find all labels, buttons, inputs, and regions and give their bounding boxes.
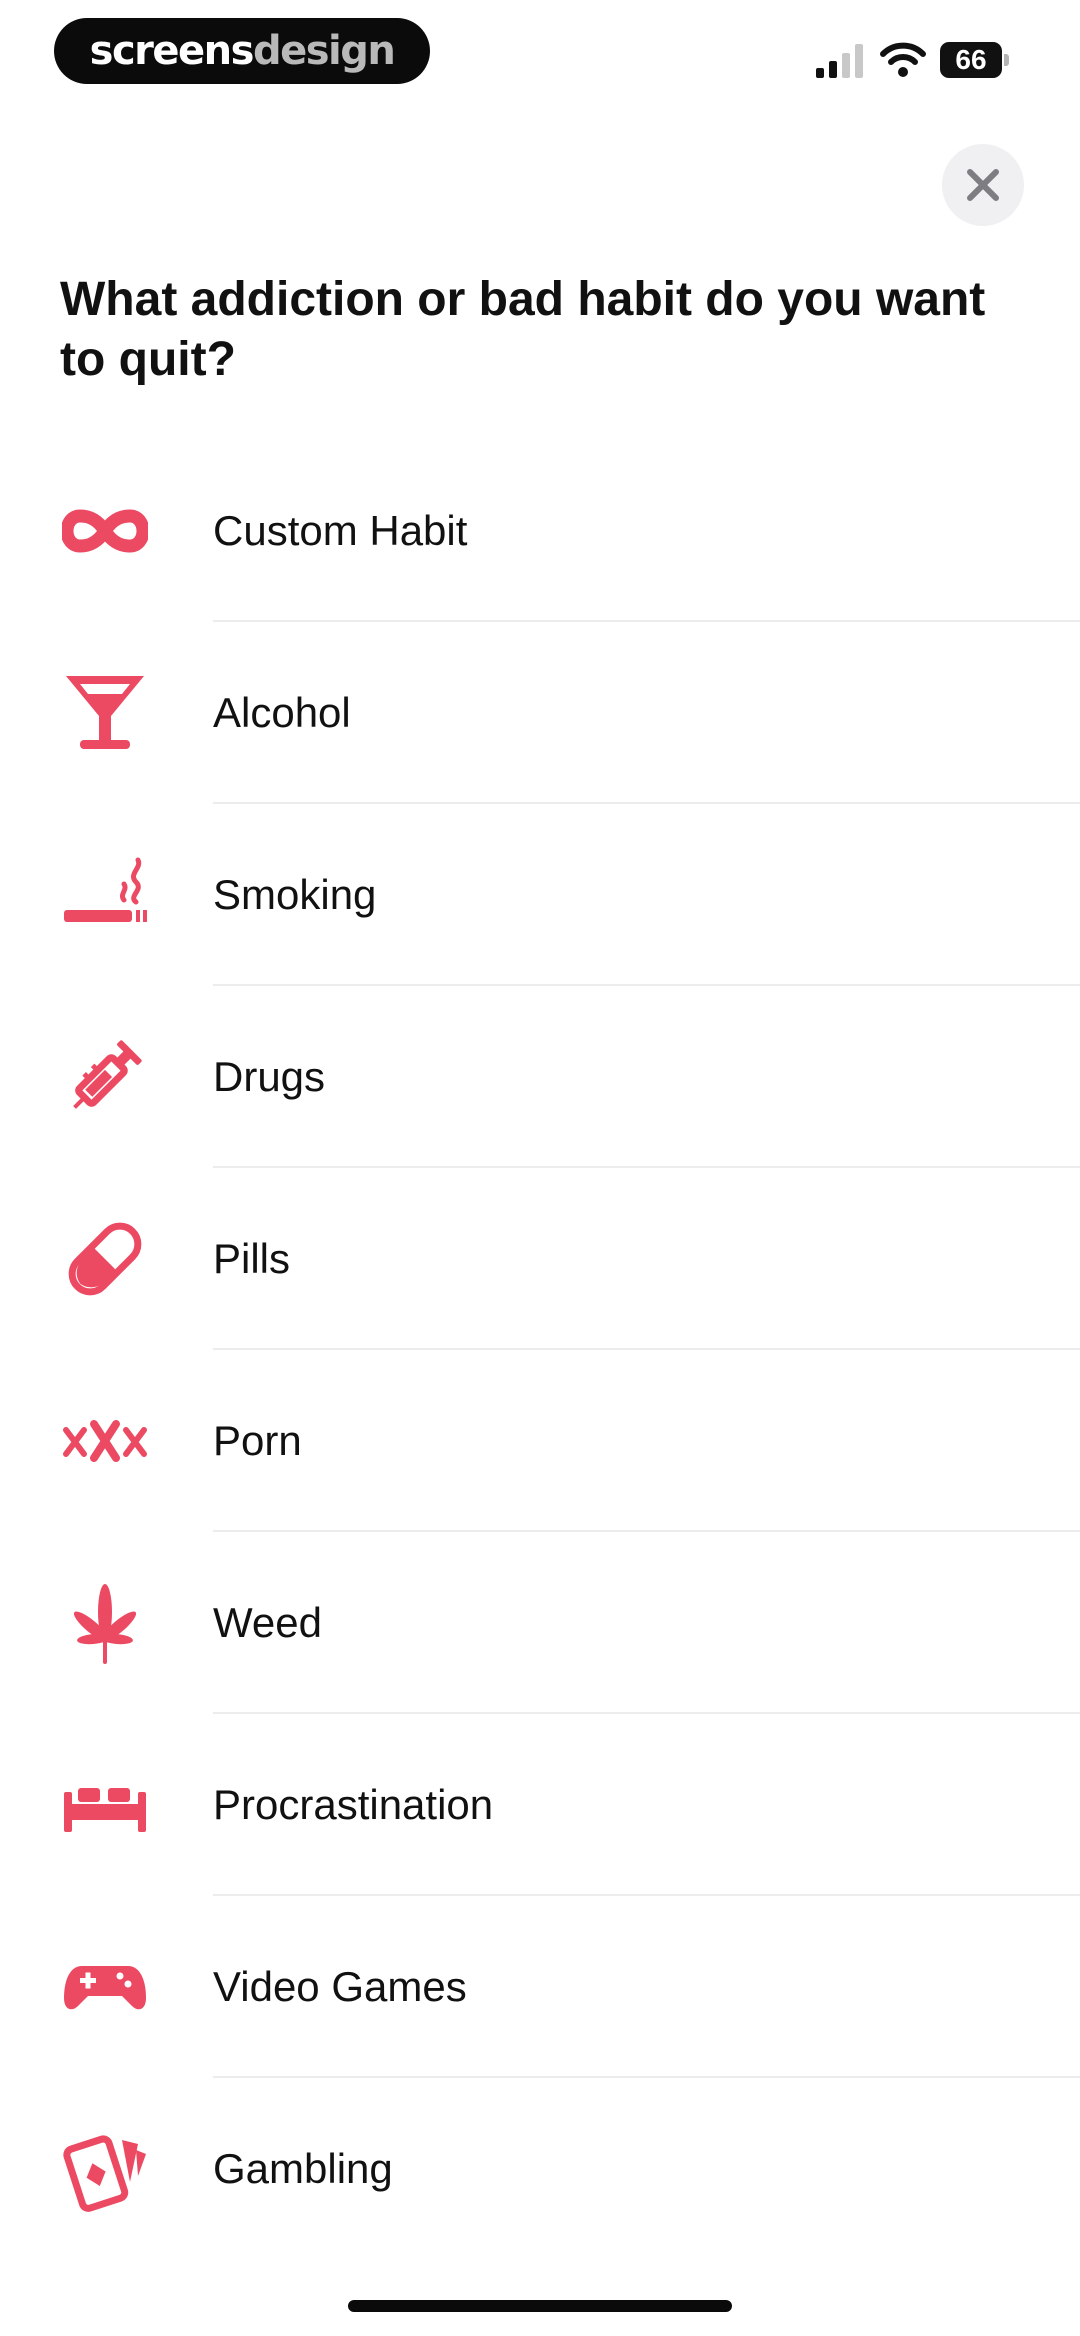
cocktail-glass-icon: [62, 670, 148, 756]
wifi-icon: [880, 42, 926, 77]
habit-option-alcohol[interactable]: Alcohol: [0, 622, 1080, 804]
habit-label: Alcohol: [213, 689, 351, 736]
habit-option-drugs[interactable]: Drugs: [0, 986, 1080, 1168]
habit-label: Procrastination: [213, 1781, 494, 1828]
habit-option-pills[interactable]: Pills: [0, 1168, 1080, 1350]
brand-logo-part2: design: [252, 28, 396, 74]
habit-label: Porn: [213, 1417, 302, 1464]
battery-icon: 66: [940, 42, 1010, 78]
habit-label: Gambling: [213, 2145, 393, 2192]
battery-cap: [1004, 54, 1009, 66]
habit-option-weed[interactable]: Weed: [0, 1532, 1080, 1714]
habit-label: Custom Habit: [213, 507, 468, 554]
xxx-icon: [62, 1398, 148, 1484]
habit-label: Video Games: [213, 1963, 467, 2010]
habit-option-smoking[interactable]: Smoking: [0, 804, 1080, 986]
bed-icon: [62, 1762, 148, 1848]
brand-logo-part1: screens: [89, 28, 255, 74]
close-button[interactable]: [942, 144, 1024, 226]
habit-label: Weed: [213, 1599, 322, 1646]
cellular-signal-icon: [816, 44, 863, 78]
cannabis-leaf-icon: [62, 1580, 148, 1666]
playing-cards-icon: [62, 2126, 148, 2212]
cigarette-icon: [62, 852, 148, 938]
habit-option-gambling[interactable]: Gambling: [0, 2078, 1080, 2260]
habit-option-video-games[interactable]: Video Games: [0, 1896, 1080, 2078]
close-icon: [967, 169, 999, 201]
habit-list: Custom Habit Alcohol Smoking Drugs Pills…: [0, 440, 1080, 2260]
infinity-icon: [62, 488, 148, 574]
pill-icon: [62, 1216, 148, 1302]
battery-level: 66: [940, 42, 1002, 78]
brand-logo: screens design: [54, 18, 430, 84]
syringe-icon: [62, 1034, 148, 1120]
habit-option-porn[interactable]: Porn: [0, 1350, 1080, 1532]
home-indicator: [348, 2300, 732, 2312]
habit-option-custom-habit[interactable]: Custom Habit: [0, 440, 1080, 622]
habit-option-procrastination[interactable]: Procrastination: [0, 1714, 1080, 1896]
habit-label: Smoking: [213, 871, 377, 918]
habit-label: Pills: [213, 1235, 291, 1282]
status-bar: screens design 66: [0, 0, 1080, 110]
gamepad-icon: [62, 1944, 148, 2030]
page-title: What addiction or bad habit do you want …: [60, 273, 986, 386]
habit-label: Drugs: [213, 1053, 326, 1100]
